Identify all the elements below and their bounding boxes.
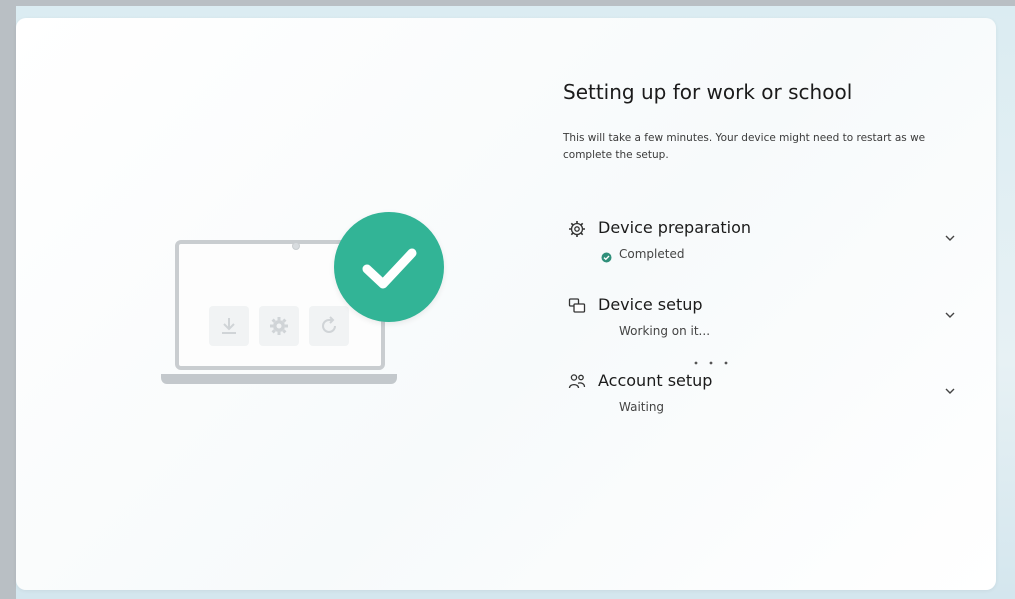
completed-check-icon [601,248,612,263]
people-icon [567,372,587,392]
progress-dots [692,351,732,365]
step-title: Device setup [598,295,703,314]
page-title: Setting up for work or school [563,80,853,104]
gear-tile-icon [259,306,299,346]
step-status: Waiting [619,400,665,414]
setup-card: Setting up for work or school This will … [16,18,996,590]
camera-dot [292,242,300,250]
devices-icon [567,296,587,316]
step-status: Completed [619,247,685,261]
step-title: Account setup [598,371,713,390]
chevron-down-icon[interactable] [943,383,957,397]
download-icon [209,306,249,346]
checkmark-badge-icon [334,212,444,322]
step-account-setup[interactable]: Account setup Waiting [567,371,957,421]
step-title: Device preparation [598,218,752,237]
step-status: Working on it... [619,324,711,338]
step-device-preparation[interactable]: Device preparation Completed [567,218,957,268]
chevron-down-icon[interactable] [943,230,957,244]
laptop-base [161,374,397,384]
chevron-down-icon[interactable] [943,307,957,321]
gear-icon [567,219,587,239]
step-device-setup[interactable]: Device setup Working on it... [567,295,957,345]
page-description: This will take a few minutes. Your devic… [563,132,926,161]
